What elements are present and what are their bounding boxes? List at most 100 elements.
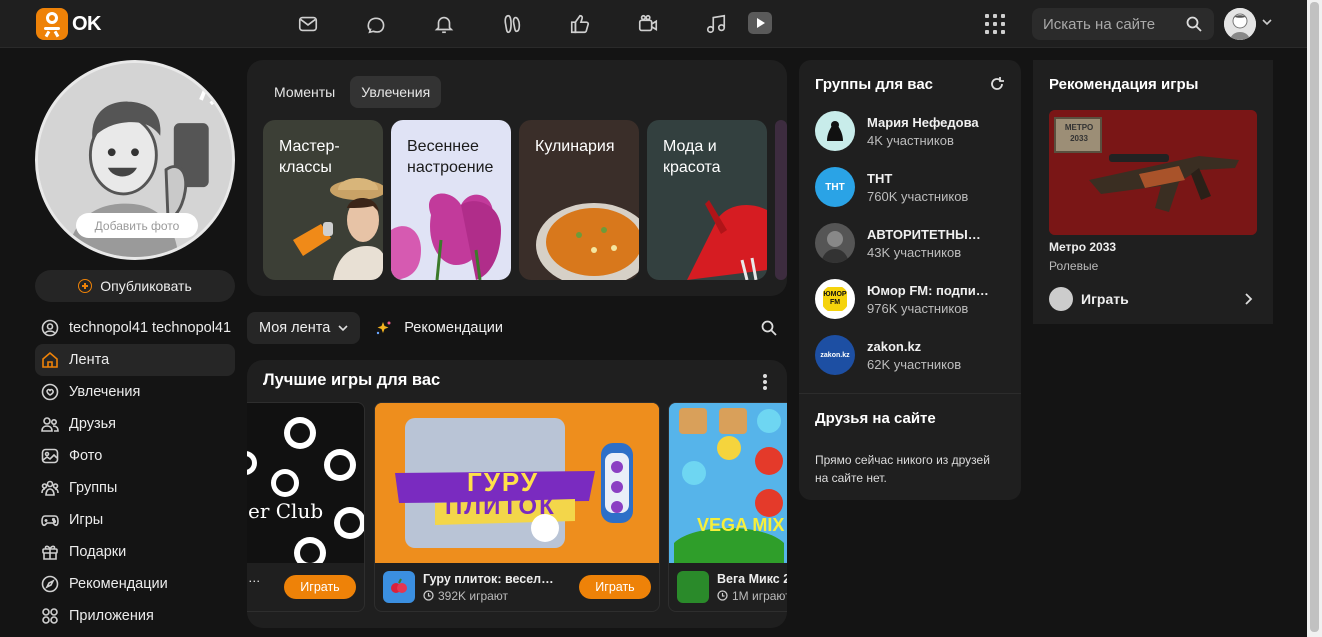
guests-icon[interactable] <box>496 8 528 40</box>
group-members: 4K участников <box>867 132 954 148</box>
menu-item-label: technopol41 technopol41 <box>69 320 232 336</box>
hobby-card-label: Мода и красота <box>663 138 721 176</box>
game-players: 1M играют <box>717 589 787 603</box>
game-meta: Вега Микс 2 1M играют <box>677 571 787 603</box>
hobby-card-cooking[interactable]: Кулинария <box>519 120 639 280</box>
groups-column: Группы для вас Мария Нефедова 4K участни… <box>799 60 1021 500</box>
reco-play-button[interactable]: Играть <box>1049 287 1257 311</box>
friends-empty-text: Прямо сейчас никого из друзей на сайте н… <box>815 453 990 485</box>
publish-label: Опубликовать <box>100 278 192 294</box>
reco-game-genre: Ролевые <box>1049 259 1099 273</box>
feed-selector[interactable]: Моя лента <box>247 312 361 344</box>
hobby-cards: Мастер-классы Весеннее настроение Кулина… <box>263 120 787 280</box>
groups-for-you: Группы для вас Мария Нефедова 4K участни… <box>799 60 1021 393</box>
hobbies-icon <box>41 383 59 401</box>
reco-play-label: Играть <box>1081 291 1129 307</box>
search-icon[interactable] <box>1186 16 1202 32</box>
menu-item-apps[interactable]: Приложения <box>35 600 235 632</box>
game-name: Гуру плиток: весел… <box>423 571 554 586</box>
add-photo-button[interactable]: Добавить фото <box>76 213 198 238</box>
mail-icon[interactable] <box>292 8 324 40</box>
game-card-guru-tiles[interactable]: ГУРУ ПЛИТОК Гуру плиток: весел… 392K игр… <box>374 402 660 612</box>
game-name: Вега Микс 2 <box>717 571 787 586</box>
group-logo: ЮМОР FM <box>823 287 847 311</box>
group-avatar: zakon.kz <box>815 335 855 375</box>
group-members: 976K участников <box>867 300 969 316</box>
friends-icon <box>41 417 59 432</box>
hobby-card-spring-mood[interactable]: Весеннее настроение <box>391 120 511 280</box>
group-name: Юмор FM: подпи… <box>867 282 989 298</box>
tab-moments[interactable]: Моменты <box>263 76 346 108</box>
reco-game-art[interactable]: МЕТРО 2033 <box>1049 110 1257 235</box>
menu-item-profile[interactable]: technopol41 technopol41 <box>35 312 235 344</box>
menu-item-groups[interactable]: Группы <box>35 472 235 504</box>
hobby-card-label: Мастер-классы <box>279 138 340 176</box>
menu-item-recommendations[interactable]: Рекомендации <box>35 568 235 600</box>
center-column: Моменты Увлечения Мастер-классы Весеннее… <box>247 60 787 628</box>
menu-item-hobbies[interactable]: Увлечения <box>35 376 235 408</box>
group-members: 62K участников <box>867 356 962 372</box>
search-icon[interactable] <box>761 320 777 336</box>
menu-item-games[interactable]: Игры <box>35 504 235 536</box>
games-icon <box>41 515 59 527</box>
tab-hobbies[interactable]: Увлечения <box>350 76 442 108</box>
video-icon[interactable] <box>748 12 772 34</box>
hobby-card-label: Весеннее настроение <box>407 138 494 176</box>
game-card-poker[interactable]: er Club … Играть <box>247 402 365 612</box>
menu-item-label: Увлечения <box>69 384 141 400</box>
play-button[interactable]: Играть <box>579 575 651 599</box>
group-avatar <box>815 111 855 151</box>
menu-item-photo[interactable]: Фото <box>35 440 235 472</box>
feed-recommendations[interactable]: Рекомендации <box>376 320 503 336</box>
games-title: Лучшие игры для вас <box>263 371 441 389</box>
hobby-card-fashion[interactable]: Мода и красота <box>647 120 767 280</box>
game-players: 392K играют <box>423 589 554 603</box>
ok-logo-icon <box>36 8 68 40</box>
game-meta: … <box>248 571 261 585</box>
menu-item-gifts[interactable]: Подарки <box>35 536 235 568</box>
group-item[interactable]: АВТОРИТЕТНЫ… 43K участников <box>815 223 1021 263</box>
group-members: 43K участников <box>867 244 962 260</box>
menu-item-label: Подарки <box>69 544 127 560</box>
play-button[interactable]: Играть <box>284 575 356 599</box>
publish-button[interactable]: Опубликовать <box>35 270 235 302</box>
refresh-icon[interactable] <box>989 76 1005 92</box>
profile-photo-placeholder[interactable]: Добавить фото <box>35 60 235 260</box>
video-call-icon[interactable] <box>632 8 664 40</box>
user-avatar[interactable] <box>1224 8 1256 40</box>
chevron-down-icon[interactable] <box>1262 17 1272 27</box>
more-options-icon[interactable] <box>763 374 767 390</box>
notifications-icon[interactable] <box>428 8 460 40</box>
plus-icon <box>78 279 93 293</box>
game-icon <box>383 571 415 603</box>
menu-item-feed[interactable]: Лента <box>35 344 235 376</box>
game-players-count: 1M играют <box>732 588 787 603</box>
game-card-vega-mix[interactable]: VEGA MIX 2 Вега Микс 2 1M играют <box>668 402 787 612</box>
discussions-icon[interactable] <box>360 8 392 40</box>
hobby-card-master-classes[interactable]: Мастер-классы <box>263 120 383 280</box>
reco-title: Рекомендация игры <box>1049 76 1199 93</box>
menu-item-label: Рекомендации <box>69 576 168 592</box>
search-input[interactable] <box>1032 8 1182 40</box>
hobby-card-partial[interactable] <box>775 120 787 280</box>
logo-text: OK <box>72 12 102 35</box>
group-item[interactable]: ТНТ ТНТ 760K участников <box>815 167 1021 207</box>
group-members: 760K участников <box>867 188 969 204</box>
game-art: ГУРУ ПЛИТОК <box>375 403 659 563</box>
page-scrollbar[interactable] <box>1307 0 1322 637</box>
apps-grid-icon[interactable] <box>985 14 1005 34</box>
hobby-card-label: Кулинария <box>535 138 615 155</box>
music-icon[interactable] <box>700 8 732 40</box>
group-name: zakon.kz <box>867 338 922 354</box>
game-icon <box>677 571 709 603</box>
left-sidebar: Добавить фото Опубликовать technopol41 t… <box>35 60 235 632</box>
menu-item-label: Фото <box>69 448 103 464</box>
game-art-subtitle: ПЛИТОК <box>445 493 556 520</box>
menu-item-friends[interactable]: Друзья <box>35 408 235 440</box>
group-item[interactable]: ЮМОР FM Юмор FM: подпи… 976K участников <box>815 279 1021 319</box>
likes-icon[interactable] <box>564 8 596 40</box>
scrollbar-thumb[interactable] <box>1310 2 1319 632</box>
group-item[interactable]: Мария Нефедова 4K участников <box>815 111 1021 151</box>
group-item[interactable]: zakon.kz zakon.kz 62K участников <box>815 335 1021 375</box>
ok-logo[interactable]: OK <box>36 8 102 40</box>
